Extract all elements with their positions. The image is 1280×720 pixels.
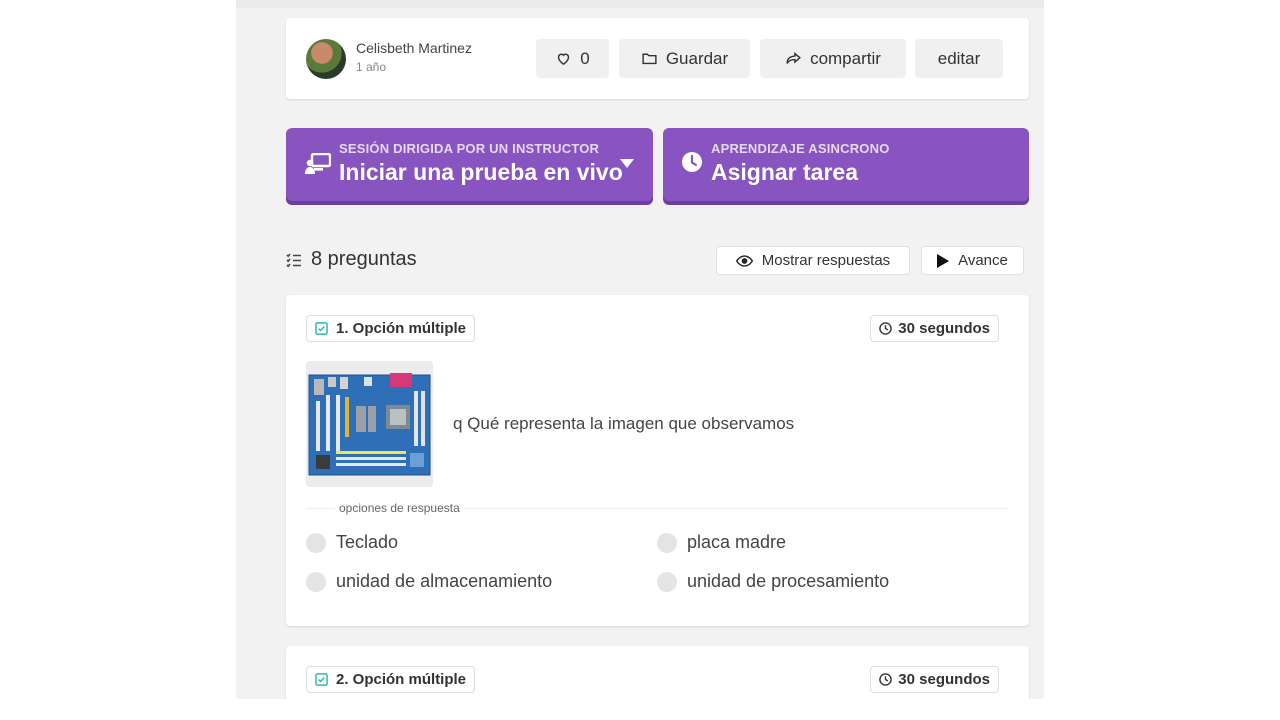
- save-button[interactable]: Guardar: [619, 39, 750, 78]
- answer-option[interactable]: placa madre: [657, 532, 786, 553]
- share-icon: [786, 52, 802, 64]
- like-button[interactable]: 0: [536, 39, 609, 78]
- live-session-label: Iniciar una prueba en vivo: [339, 159, 623, 185]
- checkbox-icon: [315, 322, 328, 335]
- answer-option[interactable]: Teclado: [306, 532, 398, 553]
- question-type-badge: 2. Opción múltiple: [306, 666, 476, 693]
- clock-icon: [682, 152, 702, 172]
- eye-icon: [735, 254, 753, 267]
- answer-option-label: Teclado: [336, 532, 399, 552]
- options-label: opciones de respuesta: [335, 501, 464, 515]
- edit-button[interactable]: editar: [915, 39, 1003, 78]
- motherboard-image: [306, 361, 433, 487]
- play-icon: [937, 253, 950, 268]
- async-kicker: APRENDIZAJE ASINCRONO: [711, 141, 890, 156]
- start-live-quiz-button[interactable]: SESIÓN DIRIGIDA POR UN INSTRUCTOR Inicia…: [286, 128, 653, 201]
- question-time-badge: 30 segundos: [870, 666, 999, 693]
- save-label: Guardar: [665, 48, 729, 68]
- author-card: Celisbeth Martinez 1 año 0 Guardar compa…: [286, 18, 1029, 99]
- preview-button[interactable]: Avance: [921, 246, 1024, 275]
- questions-count: 8 preguntas: [286, 248, 417, 271]
- radio-icon[interactable]: [306, 571, 326, 592]
- question-time-label: 30 segundos: [898, 320, 990, 337]
- share-button[interactable]: compartir: [760, 39, 906, 78]
- edit-label: editar: [937, 48, 981, 68]
- caret-down-icon[interactable]: [620, 159, 634, 168]
- question-type-label: 1. Opción múltiple: [336, 320, 467, 337]
- question-text: q Qué representa la imagen que observamo…: [453, 414, 795, 433]
- live-session-kicker: SESIÓN DIRIGIDA POR UN INSTRUCTOR: [339, 141, 600, 156]
- author-time: 1 año: [356, 60, 387, 74]
- author-name[interactable]: Celisbeth Martinez: [356, 40, 472, 56]
- preview-label: Avance: [958, 252, 1008, 269]
- share-label: compartir: [810, 48, 881, 68]
- assign-homework-button[interactable]: APRENDIZAJE ASINCRONO Asignar tarea: [663, 128, 1029, 201]
- clock-icon: [879, 322, 893, 335]
- async-label: Asignar tarea: [711, 159, 859, 185]
- answer-option-label: placa madre: [687, 532, 787, 552]
- like-count: 0: [580, 48, 590, 68]
- radio-icon[interactable]: [657, 532, 677, 553]
- avatar[interactable]: [306, 39, 346, 79]
- radio-icon[interactable]: [657, 571, 677, 592]
- radio-icon[interactable]: [306, 532, 326, 553]
- checkbox-icon: [315, 673, 328, 686]
- folder-icon: [642, 53, 657, 65]
- question-type-label: 2. Opción múltiple: [336, 671, 467, 688]
- motherboard-illustration: [306, 361, 433, 487]
- question-time-label: 30 segundos: [898, 671, 990, 688]
- questions-count-label: 8 preguntas: [311, 248, 417, 270]
- show-answers-label: Mostrar respuestas: [761, 252, 891, 269]
- question-time-badge: 30 segundos: [870, 315, 999, 342]
- question-card[interactable]: 1. Opción múltiple 30 segundos q Qué rep…: [286, 295, 1029, 626]
- show-answers-button[interactable]: Mostrar respuestas: [716, 246, 910, 275]
- quiz-page: Celisbeth Martinez 1 año 0 Guardar compa…: [236, 0, 1044, 699]
- answer-option[interactable]: unidad de procesamiento: [657, 571, 889, 592]
- presentation-icon: [305, 153, 331, 174]
- top-bar: [236, 0, 1044, 8]
- list-check-icon: [286, 252, 301, 267]
- question-type-badge: 1. Opción múltiple: [306, 315, 476, 342]
- heart-icon: [558, 53, 570, 66]
- clock-icon: [879, 673, 893, 686]
- question-card[interactable]: 2. Opción múltiple 30 segundos: [286, 646, 1029, 699]
- answer-option[interactable]: unidad de almacenamiento: [306, 571, 552, 592]
- answer-option-label: unidad de procesamiento: [687, 571, 890, 591]
- answer-option-label: unidad de almacenamiento: [336, 571, 553, 591]
